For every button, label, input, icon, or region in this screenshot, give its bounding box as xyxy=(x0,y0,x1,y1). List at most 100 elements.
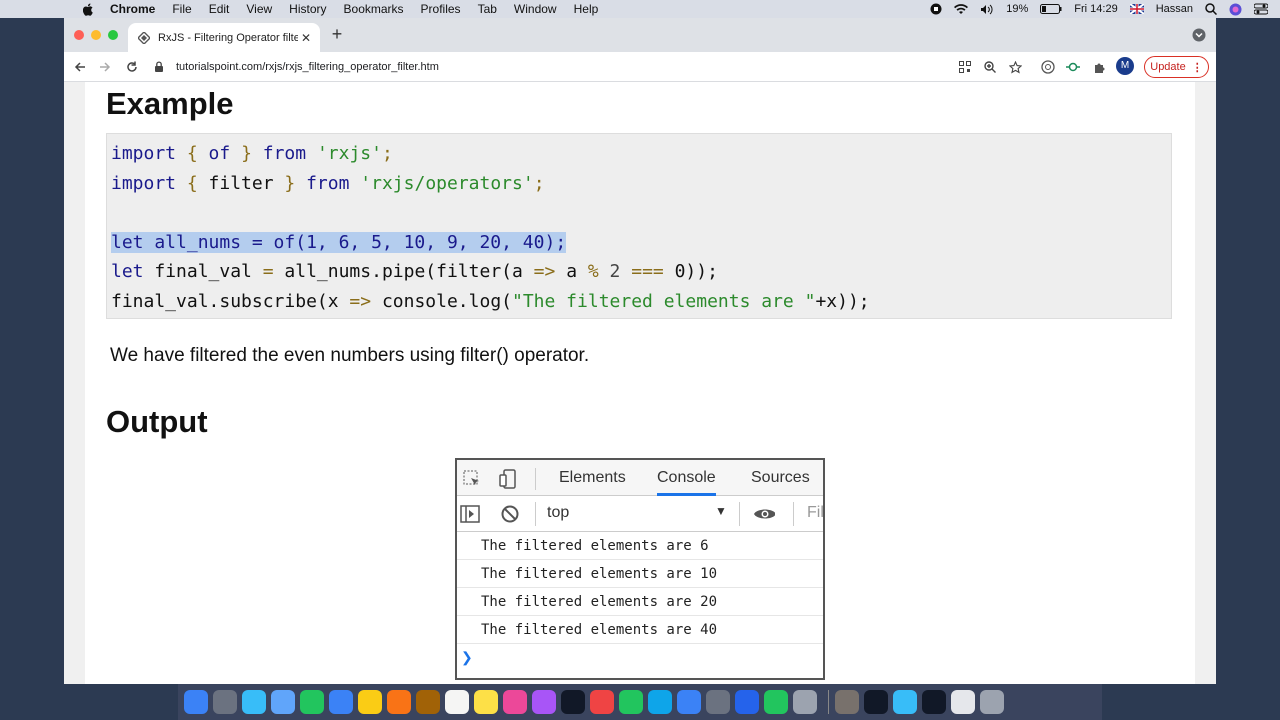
dock-app-icon[interactable] xyxy=(416,690,440,714)
siri-icon[interactable] xyxy=(1229,3,1242,16)
menu-edit[interactable]: Edit xyxy=(209,2,230,16)
dock-app-icon[interactable] xyxy=(619,690,643,714)
menu-bookmarks[interactable]: Bookmarks xyxy=(344,2,404,16)
dock-app-icon[interactable] xyxy=(213,690,237,714)
input-source-flag-icon[interactable] xyxy=(1129,4,1144,14)
apple-menu-icon[interactable] xyxy=(80,2,96,16)
battery-icon[interactable] xyxy=(1040,4,1062,14)
sidebar-toggle-icon xyxy=(459,503,481,525)
console-log-row: The filtered elements are 6 xyxy=(457,532,823,560)
console-filter-input: Fil xyxy=(807,504,824,521)
dock-app-icon[interactable] xyxy=(893,690,917,714)
dock-app-icon[interactable] xyxy=(387,690,411,714)
dock-app-icon[interactable] xyxy=(648,690,672,714)
update-button[interactable]: Update ⋮ xyxy=(1144,56,1209,78)
code-line-selected: let all_nums = of(1, 6, 5, 10, 9, 20, 40… xyxy=(111,231,567,253)
extension-icon-2[interactable] xyxy=(1065,59,1081,75)
menu-profiles[interactable]: Profiles xyxy=(421,2,461,16)
menu-help[interactable]: Help xyxy=(574,2,599,16)
spotlight-search-icon[interactable] xyxy=(1205,3,1217,15)
dock-app-icon[interactable] xyxy=(561,690,585,714)
menu-file[interactable]: File xyxy=(172,2,191,16)
chrome-window: RxJS - Filtering Operator filter ✕ + tut… xyxy=(64,18,1216,684)
dock-app-icon[interactable] xyxy=(242,690,266,714)
extensions-puzzle-icon[interactable] xyxy=(1091,59,1107,75)
bookmark-star-icon[interactable] xyxy=(1007,59,1023,75)
article-content: Example import { of } from 'rxjs'; impor… xyxy=(85,82,1195,684)
menu-view[interactable]: View xyxy=(246,2,272,16)
browser-tab-active[interactable]: RxJS - Filtering Operator filter ✕ xyxy=(128,23,320,52)
dock-app-icon[interactable] xyxy=(358,690,382,714)
battery-percent: 19% xyxy=(1006,3,1029,15)
output-heading: Output xyxy=(106,404,208,439)
control-center-icon[interactable] xyxy=(1254,3,1268,15)
dock-app-icon[interactable] xyxy=(445,690,469,714)
devtools-tab-console: Console xyxy=(657,460,716,496)
forward-arrow-icon[interactable] xyxy=(97,59,113,75)
dock-app-icon[interactable] xyxy=(271,690,295,714)
console-prompt-chevron-icon: ❯ xyxy=(461,649,473,665)
zoom-icon[interactable] xyxy=(982,59,998,75)
devtools-console-screenshot: Elements Console Sources top ▼ Fil The f… xyxy=(455,458,825,680)
minimize-window-button[interactable] xyxy=(91,30,101,40)
menu-tab[interactable]: Tab xyxy=(478,2,497,16)
menu-history[interactable]: History xyxy=(289,2,326,16)
code-line-2: import { filter } from 'rxjs/operators'; xyxy=(111,172,545,194)
code-line-1: import { of } from 'rxjs'; xyxy=(111,143,393,164)
dock-app-icon[interactable] xyxy=(184,690,208,714)
context-dropdown-caret-icon: ▼ xyxy=(715,504,727,518)
dock-app-icon[interactable] xyxy=(764,690,788,714)
macos-dock xyxy=(178,684,1102,720)
web-page: Example import { of } from 'rxjs'; impor… xyxy=(64,82,1216,684)
dock-app-icon[interactable] xyxy=(706,690,730,714)
lock-icon[interactable] xyxy=(154,61,166,73)
dock-app-icon[interactable] xyxy=(922,690,946,714)
dock-app-icon[interactable] xyxy=(677,690,701,714)
code-line-5: let final_val = all_nums.pipe(filter(a =… xyxy=(111,261,718,283)
dock-app-icon[interactable] xyxy=(329,690,353,714)
dock-app-icon[interactable] xyxy=(300,690,324,714)
dock-app-icon[interactable] xyxy=(532,690,556,714)
qr-code-icon[interactable] xyxy=(957,59,973,75)
menu-app-chrome[interactable]: Chrome xyxy=(110,2,155,16)
user-name[interactable]: Hassan xyxy=(1156,3,1193,15)
macos-menu-bar: Chrome File Edit View History Bookmarks … xyxy=(0,0,1280,18)
clock[interactable]: Fri 14:29 xyxy=(1074,3,1117,15)
back-arrow-icon[interactable] xyxy=(72,59,88,75)
tab-favicon-icon xyxy=(138,31,152,45)
dock-app-icon[interactable] xyxy=(474,690,498,714)
dock-app-icon[interactable] xyxy=(503,690,527,714)
extension-icon-1[interactable] xyxy=(1040,59,1056,75)
browser-toolbar: tutorialspoint.com/rxjs/rxjs_filtering_o… xyxy=(64,52,1216,82)
dock-app-icon[interactable] xyxy=(735,690,759,714)
dock-separator xyxy=(828,690,829,714)
toolbar-divider xyxy=(535,502,536,526)
dock-app-icon[interactable] xyxy=(590,690,614,714)
menu-window[interactable]: Window xyxy=(514,2,557,16)
close-window-button[interactable] xyxy=(74,30,84,40)
clear-console-icon xyxy=(499,503,521,525)
code-block[interactable]: import { of } from 'rxjs'; import { filt… xyxy=(106,133,1172,319)
dock-app-icon[interactable] xyxy=(793,690,817,714)
dock-app-icon[interactable] xyxy=(864,690,888,714)
status-area: 19% Fri 14:29 Hassan xyxy=(930,0,1280,18)
dock-app-icon[interactable] xyxy=(835,690,859,714)
dock-app-icon[interactable] xyxy=(951,690,975,714)
toolbar-divider-2 xyxy=(739,502,740,526)
console-log-row: The filtered elements are 20 xyxy=(457,588,823,616)
tab-close-icon[interactable]: ✕ xyxy=(298,31,314,45)
reload-icon[interactable] xyxy=(124,59,140,75)
profile-avatar[interactable]: M xyxy=(1116,57,1134,75)
screen-record-icon[interactable] xyxy=(930,3,942,15)
devtools-console-toolbar: top ▼ Fil xyxy=(457,496,823,532)
example-heading: Example xyxy=(106,86,234,121)
tab-search-icon[interactable] xyxy=(1192,28,1206,42)
wifi-icon[interactable] xyxy=(954,3,969,15)
tab-strip: RxJS - Filtering Operator filter ✕ + xyxy=(64,18,1216,52)
zoom-window-button[interactable] xyxy=(108,30,118,40)
dock-app-icon[interactable] xyxy=(980,690,1004,714)
devtools-tab-elements: Elements xyxy=(559,469,626,486)
new-tab-icon[interactable]: + xyxy=(328,25,346,43)
volume-icon[interactable] xyxy=(980,4,994,15)
